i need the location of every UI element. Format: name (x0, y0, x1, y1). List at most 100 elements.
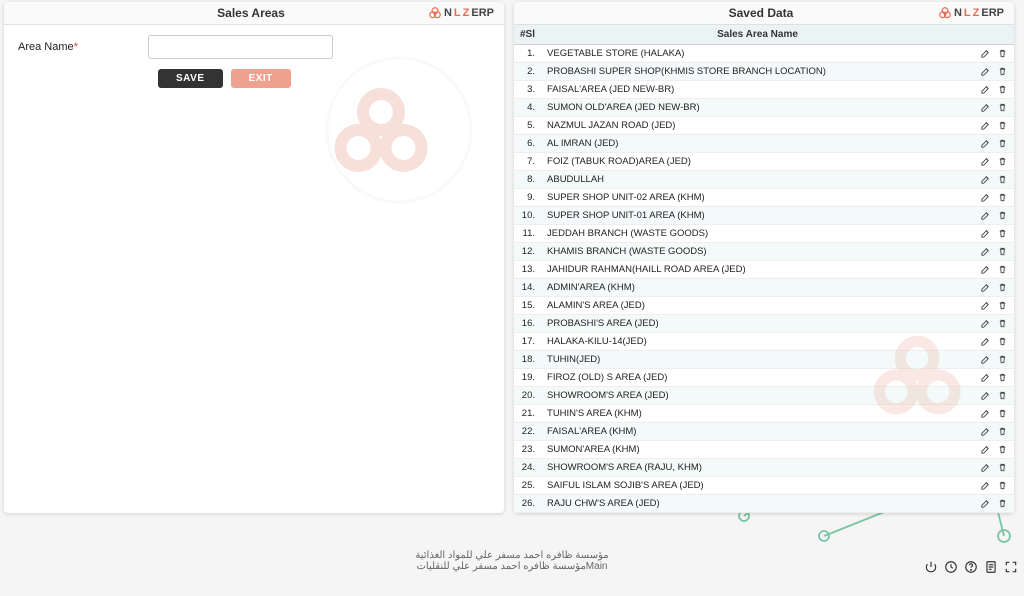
delete-icon[interactable] (997, 498, 1008, 509)
row-num: 1. (514, 45, 541, 63)
table-row: 26.RAJU CHW'S AREA (JED) (514, 495, 1014, 513)
row-name: JAHIDUR RAHMAN(HAILL ROAD AREA (JED) (541, 261, 974, 279)
document-icon[interactable] (984, 560, 998, 574)
delete-icon[interactable] (997, 66, 1008, 77)
row-num: 16. (514, 315, 541, 333)
logo-watermark-right (864, 305, 1004, 445)
row-name: ADMIN'AREA (KHM) (541, 279, 974, 297)
edit-icon[interactable] (980, 102, 991, 113)
power-icon[interactable] (924, 560, 938, 574)
row-name: RAJU CHW'S AREA (JED) (541, 495, 974, 513)
row-num: 7. (514, 153, 541, 171)
delete-icon[interactable] (997, 120, 1008, 131)
row-num: 15. (514, 297, 541, 315)
row-name: SHOWROOM'S AREA (RAJU, KHM) (541, 459, 974, 477)
table-row: 4.SUMON OLD'AREA (JED NEW-BR) (514, 99, 1014, 117)
panel-title-right: Saved Data (584, 6, 938, 20)
footer-line2: Mainمؤسسة ظافره احمد مسفر علي للنقليات (415, 561, 608, 572)
row-name: SUPER SHOP UNIT-01 AREA (KHM) (541, 207, 974, 225)
row-num: 2. (514, 63, 541, 81)
row-num: 3. (514, 81, 541, 99)
row-num: 5. (514, 117, 541, 135)
row-name: SUPER SHOP UNIT-02 AREA (KHM) (541, 189, 974, 207)
delete-icon[interactable] (997, 210, 1008, 221)
delete-icon[interactable] (997, 444, 1008, 455)
edit-icon[interactable] (980, 264, 991, 275)
delete-icon[interactable] (997, 228, 1008, 239)
delete-icon[interactable] (997, 156, 1008, 167)
delete-icon[interactable] (997, 246, 1008, 257)
edit-icon[interactable] (980, 174, 991, 185)
row-num: 17. (514, 333, 541, 351)
area-name-label: Area Name* (18, 41, 138, 53)
edit-icon[interactable] (980, 282, 991, 293)
row-num: 24. (514, 459, 541, 477)
edit-icon[interactable] (980, 444, 991, 455)
table-row: 7.FOIZ (TABUK ROAD)AREA (JED) (514, 153, 1014, 171)
edit-icon[interactable] (980, 192, 991, 203)
row-num: 11. (514, 225, 541, 243)
delete-icon[interactable] (997, 84, 1008, 95)
row-name: SAIFUL ISLAM SOJIB'S AREA (JED) (541, 477, 974, 495)
exit-button[interactable]: EXIT (231, 69, 291, 88)
brand-logo-right: NLZERP (938, 6, 1004, 20)
footer-line1: مؤسسة ظافره احمد مسفر علي للمواد الغذائي… (415, 550, 608, 561)
delete-icon[interactable] (997, 462, 1008, 473)
edit-icon[interactable] (980, 498, 991, 509)
brand-logo-left: NLZERP (428, 6, 494, 20)
delete-icon[interactable] (997, 102, 1008, 113)
edit-icon[interactable] (980, 48, 991, 59)
saved-data-panel: Saved Data NLZERP #Sl Sales Area Name (514, 2, 1014, 513)
clock-icon[interactable] (944, 560, 958, 574)
table-row: 5.NAZMUL JAZAN ROAD (JED) (514, 117, 1014, 135)
row-num: 20. (514, 387, 541, 405)
row-num: 19. (514, 369, 541, 387)
edit-icon[interactable] (980, 228, 991, 239)
table-row: 14.ADMIN'AREA (KHM) (514, 279, 1014, 297)
table-row: 13.JAHIDUR RAHMAN(HAILL ROAD AREA (JED) (514, 261, 1014, 279)
edit-icon[interactable] (980, 84, 991, 95)
area-name-input[interactable] (148, 35, 333, 59)
row-num: 21. (514, 405, 541, 423)
edit-icon[interactable] (980, 210, 991, 221)
table-row: 12.KHAMIS BRANCH (WASTE GOODS) (514, 243, 1014, 261)
col-head-num: #Sl (514, 25, 541, 45)
edit-icon[interactable] (980, 156, 991, 167)
delete-icon[interactable] (997, 48, 1008, 59)
delete-icon[interactable] (997, 138, 1008, 149)
edit-icon[interactable] (980, 246, 991, 257)
save-button[interactable]: SAVE (158, 69, 223, 88)
row-name: NAZMUL JAZAN ROAD (JED) (541, 117, 974, 135)
panel-title-left: Sales Areas (74, 6, 428, 20)
table-row: 2.PROBASHI SUPER SHOP(KHMIS STORE BRANCH… (514, 63, 1014, 81)
row-num: 9. (514, 189, 541, 207)
edit-icon[interactable] (980, 120, 991, 131)
table-row: 10.SUPER SHOP UNIT-01 AREA (KHM) (514, 207, 1014, 225)
edit-icon[interactable] (980, 66, 991, 77)
row-num: 22. (514, 423, 541, 441)
table-row: 8.ABUDULLAH (514, 171, 1014, 189)
row-num: 26. (514, 495, 541, 513)
delete-icon[interactable] (997, 192, 1008, 203)
row-name: SUMON OLD'AREA (JED NEW-BR) (541, 99, 974, 117)
row-num: 4. (514, 99, 541, 117)
row-name: FOIZ (TABUK ROAD)AREA (JED) (541, 153, 974, 171)
help-icon[interactable] (964, 560, 978, 574)
fullscreen-icon[interactable] (1004, 560, 1018, 574)
edit-icon[interactable] (980, 480, 991, 491)
table-row: 24.SHOWROOM'S AREA (RAJU, KHM) (514, 459, 1014, 477)
row-num: 25. (514, 477, 541, 495)
table-row: 6.AL IMRAN (JED) (514, 135, 1014, 153)
delete-icon[interactable] (997, 480, 1008, 491)
bottom-toolbar (924, 560, 1018, 574)
row-num: 18. (514, 351, 541, 369)
logo-watermark (324, 55, 474, 205)
delete-icon[interactable] (997, 282, 1008, 293)
delete-icon[interactable] (997, 264, 1008, 275)
delete-icon[interactable] (997, 174, 1008, 185)
edit-icon[interactable] (980, 138, 991, 149)
edit-icon[interactable] (980, 462, 991, 473)
row-name: AL IMRAN (JED) (541, 135, 974, 153)
table-row: 3.FAISAL'AREA (JED NEW-BR) (514, 81, 1014, 99)
row-num: 8. (514, 171, 541, 189)
